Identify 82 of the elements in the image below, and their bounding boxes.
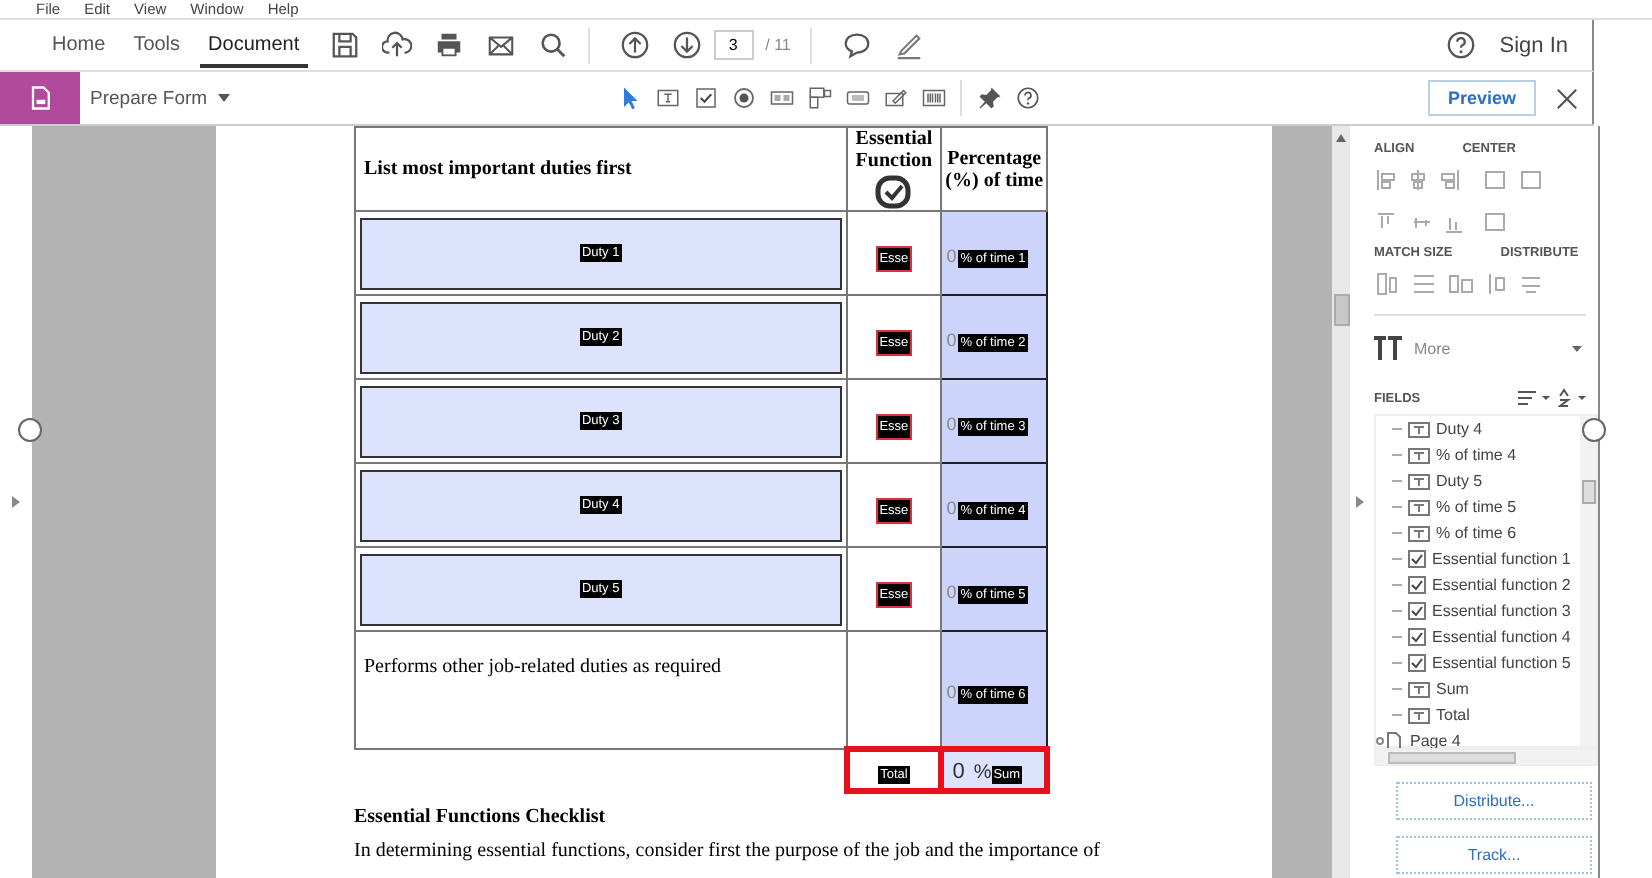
tool-name-dropdown[interactable]: Prepare Form	[90, 87, 230, 109]
nav-tab[interactable]: Tools	[125, 23, 189, 67]
collapse-arrow-icon[interactable]	[1356, 496, 1364, 508]
expand-arrow-icon[interactable]	[12, 496, 20, 508]
scroll-up-icon[interactable]	[1336, 134, 1346, 142]
resize-handle[interactable]	[1582, 418, 1606, 442]
field-placeholder: 0	[946, 681, 957, 701]
field-list-item[interactable]: Essential function 4	[1384, 624, 1580, 650]
panel-button[interactable]: Track...	[1396, 836, 1592, 874]
help-icon[interactable]	[1015, 86, 1040, 110]
column-header: List most important duties first	[364, 158, 632, 180]
field-list-item[interactable]: Essential function 3	[1384, 598, 1580, 624]
field-list-item[interactable]: Sum	[1384, 676, 1580, 702]
radio-button-icon[interactable]	[731, 86, 756, 110]
ok-button-icon[interactable]	[845, 86, 870, 110]
sign-in-link[interactable]: Sign In	[1499, 33, 1568, 57]
text-field-icon	[1408, 707, 1430, 723]
tools-icon[interactable]	[1374, 336, 1402, 360]
checkbox-icon	[1408, 654, 1426, 672]
field-placeholder: 0	[946, 329, 957, 349]
checkbox-icon	[1408, 628, 1426, 646]
scrollbar-thumb[interactable]	[1333, 294, 1349, 326]
checkmark-icon	[873, 174, 914, 210]
column-header: Percentage (%) of time	[945, 147, 1044, 191]
column-header: Essential Function	[853, 128, 935, 172]
pen-icon[interactable]	[894, 30, 925, 60]
scrollbar-thumb[interactable]	[1582, 480, 1596, 504]
text-field-icon	[1408, 525, 1430, 541]
save-icon[interactable]	[329, 30, 360, 60]
field-placeholder: 0	[946, 413, 957, 433]
field-placeholder: 0	[946, 581, 957, 601]
field-placeholder: 0	[946, 245, 957, 265]
comment-icon[interactable]	[842, 30, 873, 60]
nav-tab[interactable]: Home	[44, 23, 114, 67]
mail-icon[interactable]	[485, 30, 516, 60]
upload-cloud-icon[interactable]	[381, 30, 412, 60]
help-icon[interactable]	[1445, 30, 1476, 60]
preview-button[interactable]: Preview	[1427, 80, 1537, 116]
close-icon[interactable]	[1556, 87, 1579, 109]
signature-icon[interactable]	[883, 86, 908, 110]
barcode-icon[interactable]	[921, 86, 946, 110]
sort-order-icon[interactable]	[1518, 390, 1550, 406]
text-field-icon	[1408, 499, 1430, 515]
nav-tab[interactable]: Document	[200, 23, 308, 67]
text-field-icon	[1408, 681, 1430, 697]
text-field-icon	[1408, 421, 1430, 437]
duty-text: Performs other job-related duties as required	[364, 656, 722, 678]
field-list-item[interactable]: Essential function 1	[1384, 546, 1580, 572]
page-count: / 11	[765, 36, 791, 54]
scrollbar-thumb[interactable]	[1388, 752, 1516, 764]
page-icon	[1376, 732, 1404, 750]
resize-handle[interactable]	[18, 418, 42, 442]
dropdown-icon[interactable]	[807, 86, 832, 110]
page-number-field[interactable]: 3	[713, 30, 754, 60]
text-field-icon[interactable]	[655, 86, 680, 110]
page-tree-item[interactable]: Page 4	[1376, 728, 1580, 754]
field-list-item[interactable]: % of time 6	[1384, 520, 1580, 546]
text-field-icon	[1408, 447, 1430, 463]
print-icon[interactable]	[433, 30, 464, 60]
field-list-item[interactable]: Total	[1384, 702, 1580, 728]
caret-icon[interactable]	[1572, 345, 1582, 351]
panel-button[interactable]: Distribute...	[1396, 782, 1592, 820]
field-placeholder: 0	[946, 497, 957, 517]
sort-alphabetical-icon[interactable]	[1558, 388, 1586, 408]
checkbox-icon	[1408, 576, 1426, 594]
pin-icon[interactable]	[977, 86, 1002, 110]
field-list-item[interactable]: % of time 5	[1384, 494, 1580, 520]
checkbox-icon[interactable]	[693, 86, 718, 110]
field-list-item[interactable]: Duty 4	[1384, 416, 1580, 442]
more-menu[interactable]: More	[1414, 339, 1451, 357]
section-heading: Essential Functions Checklist	[354, 806, 608, 828]
caret-icon	[217, 94, 230, 102]
field-list-item[interactable]: % of time 4	[1384, 442, 1580, 468]
checkbox-icon	[1408, 602, 1426, 620]
field-list-item[interactable]: Essential function 5	[1384, 650, 1580, 676]
checkbox-icon	[1408, 550, 1426, 568]
search-icon[interactable]	[537, 30, 568, 60]
list-box-icon[interactable]	[769, 86, 794, 110]
paragraph: In determining essential functions, consider first the purpose of the job and the importance of	[354, 840, 1102, 862]
field-list-item[interactable]: Essential function 2	[1384, 572, 1580, 598]
field-list-item[interactable]: Duty 5	[1384, 468, 1580, 494]
text-field-icon	[1408, 473, 1430, 489]
